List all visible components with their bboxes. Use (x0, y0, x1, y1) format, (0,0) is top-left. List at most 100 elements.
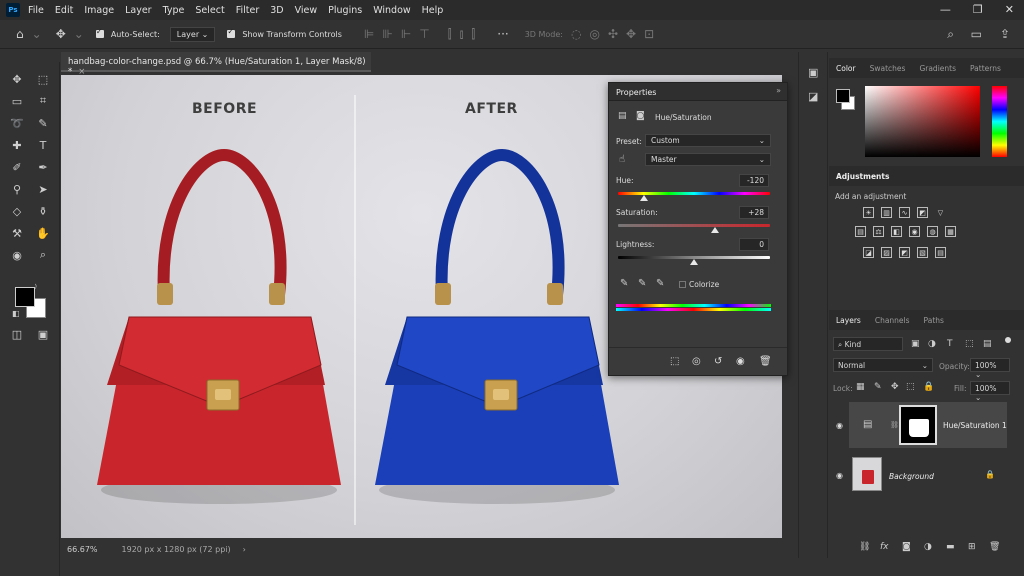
hue-value-input[interactable]: -120 (739, 174, 769, 187)
menu-window[interactable]: Window (373, 5, 410, 16)
color-balance-icon[interactable]: ⚖ (873, 226, 884, 237)
tab-layers[interactable]: Layers (829, 316, 868, 325)
tab-channels[interactable]: Channels (868, 316, 917, 325)
quick-mask-icon[interactable]: ◫ (8, 325, 26, 343)
filter-shape-icon[interactable]: ⬚ (965, 339, 974, 349)
zoom-tool-icon[interactable]: ⌕ (34, 246, 52, 264)
brush-tool-icon[interactable]: ✐ (8, 158, 26, 176)
distribute-bottom-icon[interactable]: ⫿ (471, 27, 475, 42)
color-lookup-icon[interactable]: ▦ (945, 226, 956, 237)
hue-spectrum-bar[interactable] (992, 86, 1007, 157)
maximize-button[interactable]: ❐ (973, 3, 983, 16)
menu-view[interactable]: View (295, 5, 318, 16)
home-icon[interactable]: ⌂ (16, 27, 24, 41)
default-colors-icon[interactable]: ◧ (12, 309, 20, 318)
chevron-right-icon[interactable]: › (243, 545, 246, 554)
more-options-icon[interactable]: ··· (497, 27, 508, 41)
chevron-down-icon[interactable]: ⌄ (32, 27, 42, 41)
filter-smart-icon[interactable]: ▤ (983, 339, 992, 349)
3d-scale-icon[interactable]: ⊡ (644, 27, 654, 41)
move-tool-icon[interactable]: ✥ (56, 27, 66, 41)
brightness-contrast-icon[interactable]: ☀ (863, 207, 874, 218)
clip-to-layer-icon[interactable]: ⬚ (670, 356, 679, 367)
filter-type-icon[interactable]: T (947, 339, 953, 349)
share-icon[interactable]: ⇪ (1000, 27, 1010, 41)
blend-mode-dropdown[interactable]: Normal ⌄ (833, 358, 933, 372)
workspace-icon[interactable]: ▭ (971, 27, 982, 41)
filter-toggle[interactable] (1005, 337, 1011, 343)
crop-tool-icon[interactable]: ⌗ (34, 92, 52, 110)
link-icon[interactable]: ⛓ (890, 421, 899, 429)
menu-file[interactable]: File (28, 5, 44, 16)
distribute-center-icon[interactable]: ⫾ (460, 27, 464, 42)
channel-dropdown[interactable]: Master ⌄ (645, 153, 771, 166)
quick-select-tool-icon[interactable]: ✎ (34, 114, 52, 132)
properties-panel-icon[interactable]: ◪ (808, 90, 818, 103)
eyedropper-plus-icon[interactable]: ✎ (638, 278, 646, 289)
marquee-tool-icon[interactable]: ▭ (8, 92, 26, 110)
zoom-level[interactable]: 66.67% (67, 545, 98, 554)
menu-layer[interactable]: Layer (125, 5, 152, 16)
hue-slider-thumb[interactable] (639, 195, 648, 201)
auto-select-checkbox[interactable] (95, 27, 107, 39)
tab-color[interactable]: Color (829, 64, 863, 73)
lock-all-icon[interactable]: 🔒 (923, 382, 934, 392)
align-top-icon[interactable]: ⊤ (419, 27, 429, 41)
visibility-eye-icon[interactable]: ◉ (836, 421, 843, 430)
reset-icon[interactable]: ↺ (714, 356, 722, 367)
document-tab[interactable]: handbag-color-change.psd @ 66.7% (Hue/Sa… (61, 52, 371, 77)
link-layers-icon[interactable]: ⛓ (859, 542, 870, 552)
add-mask-icon[interactable]: ◙ (902, 542, 911, 552)
collapse-icon[interactable]: » (776, 86, 781, 95)
screen-mode-icon[interactable]: ▣ (34, 325, 52, 343)
visibility-eye-icon[interactable]: ◉ (836, 471, 843, 480)
menu-filter[interactable]: Filter (236, 5, 260, 16)
layer-name[interactable]: Hue/Saturation 1 (943, 421, 1007, 430)
lock-pixels-icon[interactable]: ✎ (874, 382, 882, 392)
lightness-value-input[interactable]: 0 (739, 238, 769, 251)
distribute-icon[interactable]: ⫿ (448, 27, 452, 42)
align-center-icon[interactable]: ⊪ (382, 27, 392, 41)
delete-icon[interactable]: 🗑 (759, 356, 772, 367)
chevron-down-icon[interactable]: ⌄ (74, 27, 84, 41)
filter-pixel-icon[interactable]: ▣ (911, 339, 920, 349)
saturation-slider-thumb[interactable] (711, 227, 720, 233)
curves-icon[interactable]: ∿ (899, 207, 910, 218)
lock-transparent-icon[interactable]: ▦ (856, 382, 865, 392)
auto-select-dropdown[interactable]: Layer ⌄ (169, 26, 216, 42)
gradient-map-icon[interactable]: ▧ (917, 247, 928, 258)
eraser-tool-icon[interactable]: ◇ (8, 202, 26, 220)
view-previous-icon[interactable]: ◎ (692, 356, 701, 367)
lock-position-icon[interactable]: ✥ (891, 382, 899, 392)
eyedropper-icon[interactable]: ✎ (620, 278, 628, 289)
align-right-icon[interactable]: ⊩ (401, 27, 411, 41)
invert-icon[interactable]: ◪ (863, 247, 874, 258)
eyedropper-tool-icon[interactable]: ⚲ (8, 180, 26, 198)
opacity-input[interactable]: 100% ⌄ (970, 358, 1010, 379)
lasso-tool-icon[interactable]: ➰ (8, 114, 26, 132)
layer-filter-dropdown[interactable]: ⌕ Kind (833, 337, 903, 351)
colorize-checkbox[interactable] (679, 281, 686, 288)
new-adjustment-icon[interactable]: ◑ (924, 542, 932, 552)
fill-input[interactable]: 100% ⌄ (970, 381, 1010, 402)
show-transform-checkbox[interactable] (227, 27, 238, 39)
tab-patterns[interactable]: Patterns (963, 64, 1008, 73)
align-left-icon[interactable]: ⊫ (364, 27, 374, 41)
3d-slide-icon[interactable]: ✥ (626, 27, 636, 41)
layer-mask-thumbnail[interactable] (899, 405, 937, 445)
new-group-icon[interactable]: ▬ (946, 542, 955, 552)
lock-artboard-icon[interactable]: ⬚ (906, 382, 915, 392)
history-panel-icon[interactable]: ▣ (808, 66, 818, 79)
posterize-icon[interactable]: ▨ (881, 247, 892, 258)
foreground-color-swatch[interactable] (15, 287, 35, 307)
healing-brush-icon[interactable]: ✚ (8, 136, 26, 154)
saturation-slider-track[interactable] (618, 224, 770, 227)
eyedropper-minus-icon[interactable]: ✎ (656, 278, 664, 289)
threshold-icon[interactable]: ◩ (899, 247, 910, 258)
blur-tool-icon[interactable]: ✋ (34, 224, 52, 242)
fx-icon[interactable]: fx (880, 542, 889, 552)
pen-tool-icon[interactable]: ✒ (34, 158, 52, 176)
selective-color-icon[interactable]: ▤ (935, 247, 946, 258)
menu-plugins[interactable]: Plugins (328, 5, 362, 16)
mask-icon[interactable]: ◙ (636, 111, 645, 121)
